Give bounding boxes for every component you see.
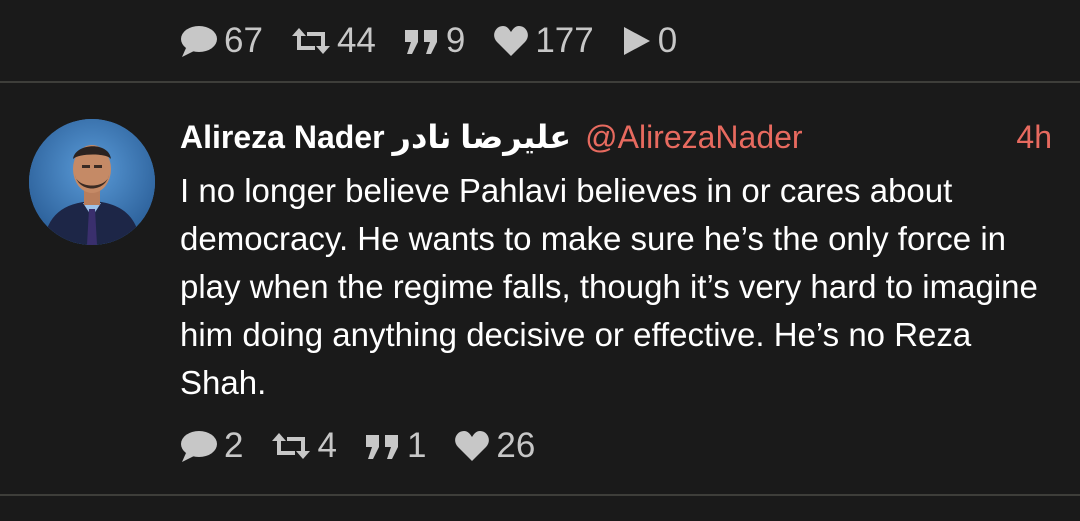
reply-count: 2 [224, 426, 244, 465]
retweet-button[interactable]: 44 [291, 21, 376, 61]
timestamp[interactable]: 4h [1016, 119, 1052, 156]
view-count: 0 [657, 21, 678, 60]
avatar[interactable] [29, 119, 155, 245]
quote-count: 1 [406, 426, 427, 465]
like-count: 177 [535, 21, 594, 60]
retweet-button[interactable]: 4 [271, 426, 337, 466]
user-handle[interactable]: @AlirezaNader [585, 119, 802, 156]
heart-icon [454, 430, 490, 462]
tweet-actions: 2 4 1 26 [180, 426, 563, 466]
like-count: 26 [496, 426, 536, 465]
tweet[interactable]: Alireza Nader علیرضا نادر @AlirezaNader … [0, 83, 1080, 494]
retweet-count: 4 [317, 426, 337, 465]
like-button[interactable]: 177 [493, 21, 594, 61]
quote-icon [404, 26, 440, 56]
quote-button[interactable]: 1 [365, 426, 426, 466]
reply-count: 67 [224, 21, 263, 60]
heart-icon [493, 25, 529, 57]
reply-button[interactable]: 67 [180, 21, 263, 61]
retweet-icon [271, 431, 311, 461]
quote-count: 9 [445, 21, 466, 60]
display-name[interactable]: Alireza Nader [180, 119, 385, 156]
quote-button[interactable]: 9 [404, 21, 465, 61]
reply-button[interactable]: 2 [180, 426, 243, 466]
display-name-fa: علیرضا نادر [392, 119, 572, 155]
divider [0, 494, 1080, 496]
play-icon [622, 25, 652, 57]
like-button[interactable]: 26 [454, 426, 535, 466]
tweet-header: Alireza Nader علیرضا نادر @AlirezaNader … [180, 117, 1052, 157]
tweet-text: I no longer believe Pahlavi believes in … [180, 172, 1038, 401]
speech-bubble-icon [180, 24, 218, 58]
retweet-icon [291, 26, 331, 56]
quote-icon [365, 431, 401, 461]
previous-tweet-actions: 67 44 9 177 0 [180, 0, 705, 82]
view-button[interactable]: 0 [622, 21, 677, 61]
retweet-count: 44 [336, 21, 376, 60]
speech-bubble-icon [180, 429, 218, 463]
